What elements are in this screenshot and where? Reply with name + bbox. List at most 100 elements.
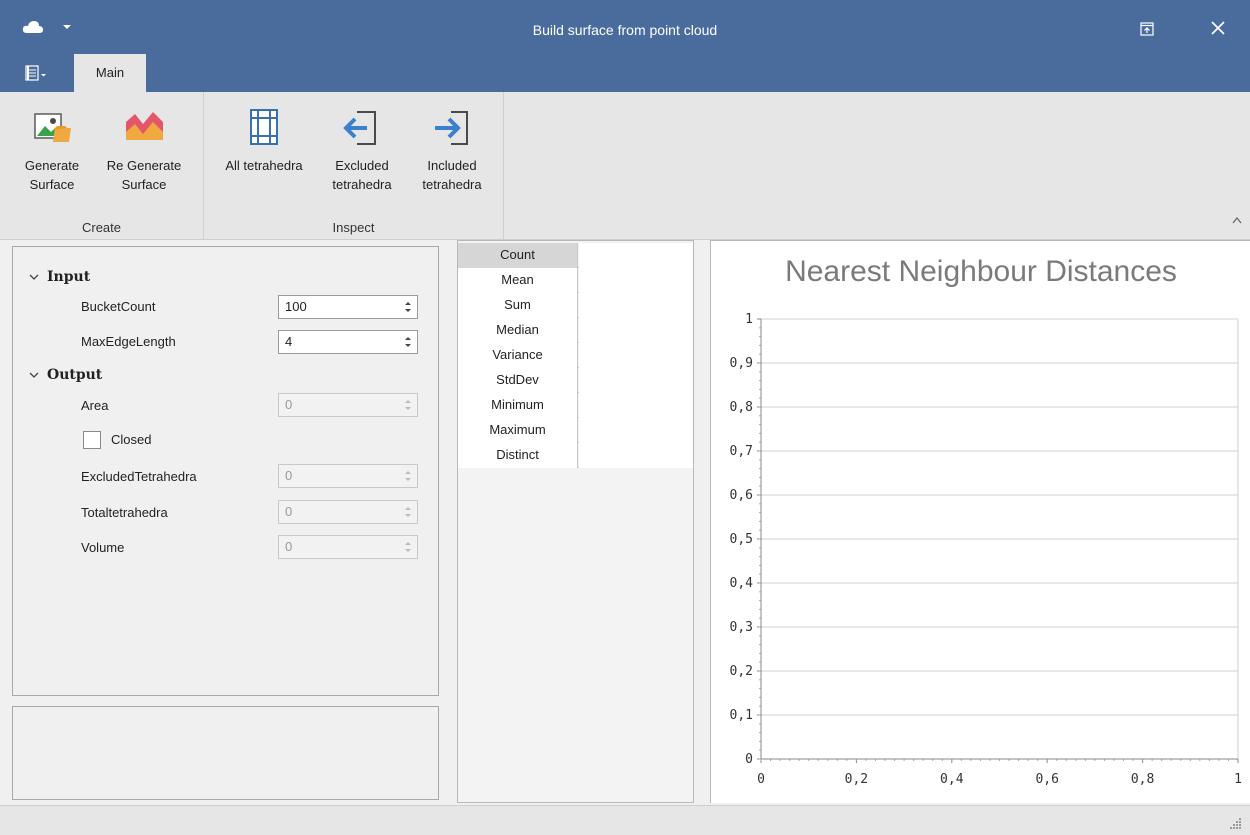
tab-main[interactable]: Main xyxy=(74,54,146,92)
stats-row[interactable]: StdDev xyxy=(458,368,693,393)
all-tetrahedra-button[interactable]: All tetrahedra xyxy=(210,106,318,175)
volume-label: Volume xyxy=(81,540,125,555)
chevron-down-icon xyxy=(29,372,39,378)
property-grid: Input BucketCount 100 MaxEdgeLength 4 Ou… xyxy=(12,246,439,696)
y-tick-label: 0,8 xyxy=(730,400,753,415)
stats-row-value[interactable] xyxy=(579,243,693,268)
stats-row[interactable]: Distinct xyxy=(458,443,693,468)
stats-row-value[interactable] xyxy=(579,393,693,418)
excluded-tetrahedra-label-line2: tetrahedra xyxy=(332,177,392,192)
spinner-arrows-icon xyxy=(405,542,411,552)
y-tick-label: 1 xyxy=(745,312,753,327)
bucketcount-label: BucketCount xyxy=(81,299,156,314)
y-tick-label: 0,3 xyxy=(730,620,753,635)
window-title: Build surface from point cloud xyxy=(532,22,718,38)
ribbon: Generate Surface Re Generate Surface All… xyxy=(0,92,1250,240)
spinner-arrows-icon xyxy=(405,507,411,517)
bucketcount-spinner[interactable]: 100 xyxy=(278,295,418,319)
totaltetrahedra-value: 0 xyxy=(285,504,293,519)
regenerate-surface-label-line1: Re Generate xyxy=(106,158,182,173)
chart-panel: Nearest Neighbour Distances 0 0,1 0,2 0,3 0,… xyxy=(710,240,1250,803)
spinner-arrows-icon[interactable] xyxy=(404,300,412,314)
excludedtetrahedra-label: ExcludedTetrahedra xyxy=(81,469,197,484)
stats-row-name: StdDev xyxy=(458,368,578,393)
included-tetrahedra-label-line1: Included xyxy=(427,158,477,173)
section-output[interactable]: Output xyxy=(29,367,102,383)
maxedgelength-value: 4 xyxy=(285,334,293,349)
totaltetrahedra-label: Totaltetrahedra xyxy=(81,505,168,520)
spinner-arrows-icon xyxy=(405,400,411,410)
stats-row-value[interactable] xyxy=(579,368,693,393)
stats-row-value[interactable] xyxy=(579,418,693,443)
all-tetrahedra-icon xyxy=(250,109,278,145)
excluded-tetrahedra-button[interactable]: Excluded tetrahedra xyxy=(322,106,402,194)
stats-row[interactable]: Variance xyxy=(458,343,693,368)
excluded-tetrahedra-icon xyxy=(343,111,376,145)
maxedgelength-spinner[interactable]: 4 xyxy=(278,330,418,354)
y-tick-label: 0,6 xyxy=(730,488,753,503)
totaltetrahedra-spinner: 0 xyxy=(278,500,418,524)
stats-row-name: Median xyxy=(458,318,578,343)
generate-surface-icon xyxy=(34,113,71,142)
x-tick-label: 0,8 xyxy=(1131,772,1154,787)
x-tick-label: 0,2 xyxy=(845,772,868,787)
stats-row[interactable]: Minimum xyxy=(458,393,693,418)
x-tick-label: 0,6 xyxy=(1035,772,1058,787)
regenerate-surface-label-line2: Surface xyxy=(121,177,167,192)
y-tick-label: 0,9 xyxy=(730,356,753,371)
stats-row-value[interactable] xyxy=(579,343,693,368)
x-tick-label: 0 xyxy=(757,772,765,787)
y-tick-label: 0,4 xyxy=(730,576,754,591)
stats-row[interactable]: Maximum xyxy=(458,418,693,443)
closed-label: Closed xyxy=(111,432,152,447)
excluded-tetrahedra-label-line1: Excluded xyxy=(335,158,389,173)
group-separator xyxy=(203,92,204,240)
resize-grip-icon[interactable] xyxy=(1228,816,1242,830)
y-tick-label: 0 xyxy=(745,752,753,767)
stats-row-value[interactable] xyxy=(579,268,693,293)
application-menu-icon[interactable] xyxy=(18,62,52,84)
group-label-create: Create xyxy=(81,220,122,235)
x-tick-label: 1 xyxy=(1234,772,1242,787)
section-output-title: Output xyxy=(47,367,103,383)
volume-value: 0 xyxy=(285,539,293,554)
ribbon-tabs: Main xyxy=(0,52,1250,92)
generate-surface-button[interactable]: Generate Surface xyxy=(14,106,90,194)
excludedtetrahedra-value: 0 xyxy=(285,468,293,483)
stats-row-name: Distinct xyxy=(458,443,578,468)
all-tetrahedra-label: All tetrahedra xyxy=(225,158,303,173)
title-bar: Build surface from point cloud xyxy=(0,0,1250,52)
stats-row-name: Count xyxy=(458,243,578,268)
stats-row-value[interactable] xyxy=(579,318,693,343)
chevron-down-icon xyxy=(29,274,39,280)
section-input[interactable]: Input xyxy=(29,269,90,285)
regenerate-surface-button[interactable]: Re Generate Surface xyxy=(92,106,196,194)
nearest-neighbour-chart[interactable]: 0 0,1 0,2 0,3 0,4 0,5 0,6 0,7 0,8 0,9 1 0 0,2 0,4 0,6 0… xyxy=(711,241,1250,804)
generate-surface-label-line2: Surface xyxy=(29,177,75,192)
closed-checkbox[interactable] xyxy=(83,431,101,449)
description-panel xyxy=(12,706,439,800)
spinner-arrows-icon[interactable] xyxy=(404,335,412,349)
stats-row-value[interactable] xyxy=(579,443,693,468)
y-tick-label: 0,2 xyxy=(730,664,753,679)
stats-row[interactable]: Median xyxy=(458,318,693,343)
section-input-title: Input xyxy=(47,269,91,285)
y-tick-label: 0,7 xyxy=(730,444,753,459)
stats-row[interactable]: Count xyxy=(458,243,693,268)
volume-spinner: 0 xyxy=(278,535,418,559)
regenerate-surface-icon xyxy=(126,112,163,140)
status-bar xyxy=(0,805,1250,835)
close-icon[interactable] xyxy=(1210,20,1226,36)
stats-row-name: Maximum xyxy=(458,418,578,443)
bucketcount-value: 100 xyxy=(285,299,307,314)
included-tetrahedra-icon xyxy=(435,111,468,145)
restore-window-icon[interactable] xyxy=(1140,22,1154,36)
stats-row[interactable]: Mean xyxy=(458,268,693,293)
included-tetrahedra-button[interactable]: Included tetrahedra xyxy=(410,106,494,194)
stats-row-value[interactable] xyxy=(579,293,693,318)
maxedgelength-label: MaxEdgeLength xyxy=(81,334,176,349)
collapse-ribbon-icon[interactable] xyxy=(1232,216,1242,224)
generate-surface-label-line1: Generate xyxy=(24,158,80,173)
stats-row-name: Minimum xyxy=(458,393,578,418)
stats-row[interactable]: Sum xyxy=(458,293,693,318)
